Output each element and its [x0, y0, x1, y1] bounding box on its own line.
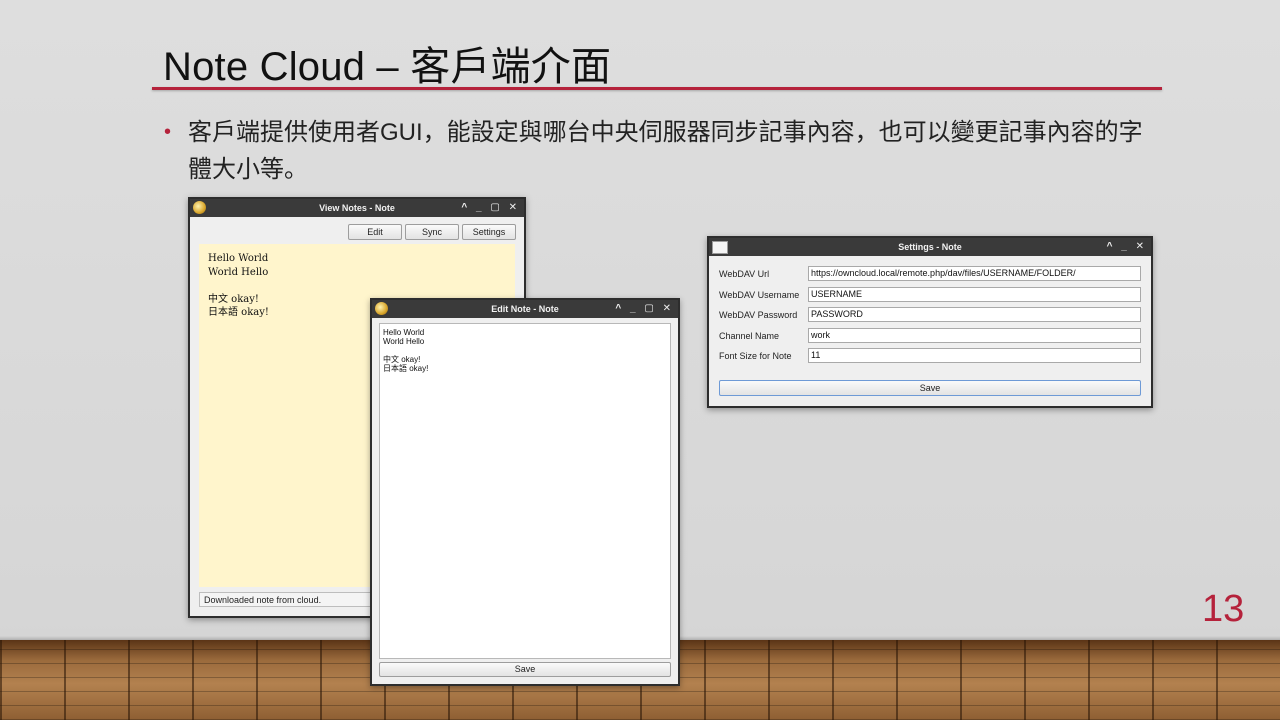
- webdav-username-input[interactable]: USERNAME: [808, 287, 1141, 302]
- channel-name-label: Channel Name: [719, 331, 780, 341]
- channel-name-input[interactable]: work: [808, 328, 1141, 343]
- window-title: Settings - Note: [898, 242, 962, 252]
- window-controls-icon[interactable]: ^ _ ▢ ✕: [615, 300, 674, 318]
- sync-button[interactable]: Sync: [405, 224, 459, 240]
- window-title: View Notes - Note: [319, 203, 395, 213]
- app-icon: [375, 302, 388, 315]
- app-icon: [193, 201, 206, 214]
- save-settings-button[interactable]: Save: [719, 380, 1141, 396]
- webdav-username-label: WebDAV Username: [719, 290, 800, 300]
- edit-note-window: Edit Note - Note ^ _ ▢ ✕ Hello World Wor…: [370, 298, 680, 686]
- webdav-password-input[interactable]: PASSWORD: [808, 307, 1141, 322]
- bullet-dot-icon: •: [164, 121, 172, 143]
- save-button[interactable]: Save: [379, 662, 671, 677]
- editor-line: World Hello: [383, 337, 425, 346]
- settings-button[interactable]: Settings: [462, 224, 516, 240]
- note-line: Hello World: [208, 253, 269, 264]
- webdav-password-label: WebDAV Password: [719, 310, 798, 320]
- window-controls-icon[interactable]: ^ _ ▢ ✕: [461, 199, 520, 217]
- title-underline: [152, 87, 1162, 90]
- note-line: World Hello: [208, 266, 269, 278]
- webdav-url-input[interactable]: https://owncloud.local/remote.php/dav/fi…: [808, 266, 1141, 281]
- window-controls-icon[interactable]: ^ _ ✕: [1107, 238, 1147, 256]
- edit-button[interactable]: Edit: [348, 224, 402, 240]
- window-icon: [712, 241, 728, 254]
- bullet-text: 客戶端提供使用者GUI，能設定與哪台中央伺服器同步記事內容，也可以變更記事內容的…: [188, 119, 1143, 183]
- window-title: Edit Note - Note: [491, 304, 559, 314]
- webdav-url-label: WebDAV Url: [719, 269, 770, 279]
- note-line: [208, 279, 515, 293]
- settings-window: Settings - Note ^ _ ✕ WebDAV Url https:/…: [707, 236, 1153, 408]
- edit-note-titlebar[interactable]: Edit Note - Note ^ _ ▢ ✕: [372, 300, 678, 318]
- bullet-point: • 客戶端提供使用者GUI，能設定與哪台中央伺服器同步記事內容，也可以變更記事內…: [164, 114, 1144, 188]
- editor-line: 中文 okay!: [383, 355, 421, 364]
- font-size-input[interactable]: 11: [808, 348, 1141, 363]
- view-notes-titlebar[interactable]: View Notes - Note ^ _ ▢ ✕: [190, 199, 524, 217]
- note-editor[interactable]: Hello World World Hello 中文 okay! 日本語 oka…: [379, 323, 671, 659]
- editor-line: Hello World: [383, 328, 425, 337]
- editor-line: 日本語 okay!: [383, 364, 429, 373]
- page-number: 13: [1202, 588, 1245, 630]
- font-size-label: Font Size for Note: [719, 351, 792, 361]
- slide-title: Note Cloud – 客戶端介面: [163, 45, 612, 89]
- settings-titlebar[interactable]: Settings - Note ^ _ ✕: [709, 238, 1151, 256]
